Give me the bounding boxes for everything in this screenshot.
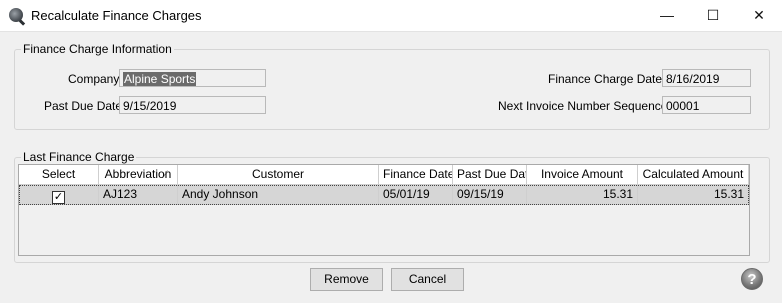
row-calculated-amount: 15.31 (638, 185, 749, 205)
select-checkbox[interactable]: ✓ (52, 191, 65, 204)
app-icon (9, 8, 23, 22)
row-finance-date: 05/01/19 (379, 185, 453, 205)
col-header-abbreviation-label: Abbreviation (104, 167, 172, 181)
maximize-button[interactable]: ☐ (690, 0, 736, 31)
past-due-date-field[interactable]: 9/15/2019 (119, 96, 266, 114)
remove-button[interactable]: Remove (310, 268, 383, 291)
cancel-button[interactable]: Cancel (391, 268, 464, 291)
finance-charge-date-field[interactable]: 8/16/2019 (662, 69, 751, 87)
col-header-invoice-amount[interactable]: Invoice Amount (527, 165, 638, 185)
col-header-customer[interactable]: Customer (178, 165, 379, 185)
finance-charge-info-legend: Finance Charge Information (23, 42, 172, 56)
table-row[interactable]: ✓ AJ123 Andy Johnson 05/01/19 09/15/19 1… (19, 185, 749, 205)
company-label: Company (68, 72, 120, 86)
next-invoice-field[interactable]: 00001 (662, 96, 751, 114)
row-customer: Andy Johnson (178, 185, 379, 205)
col-header-calculated-amount[interactable]: Calculated Amount (638, 165, 749, 185)
grid-header: Select Abbreviation ⁄ Customer Finance D… (19, 165, 749, 185)
finance-charge-date-label: Finance Charge Date (548, 72, 663, 86)
row-select-cell[interactable]: ✓ (19, 185, 99, 205)
col-header-finance-date[interactable]: Finance Date (379, 165, 453, 185)
row-abbreviation: AJ123 (99, 185, 178, 205)
last-finance-charge-legend: Last Finance Charge (23, 150, 135, 164)
minimize-button[interactable]: — (644, 0, 690, 31)
company-value: Alpine Sports (123, 72, 197, 86)
next-invoice-label: Next Invoice Number Sequence (498, 99, 668, 113)
col-header-past-due-date[interactable]: Past Due Dat (453, 165, 527, 185)
col-header-abbreviation[interactable]: Abbreviation ⁄ (99, 165, 178, 185)
col-header-select[interactable]: Select (19, 165, 99, 185)
sort-icon: ⁄ (165, 169, 167, 179)
past-due-date-label: Past Due Date (44, 99, 123, 113)
row-invoice-amount: 15.31 (527, 185, 638, 205)
close-button[interactable]: ✕ (736, 0, 782, 31)
help-icon[interactable]: ? (741, 268, 763, 290)
window-title: Recalculate Finance Charges (31, 8, 202, 23)
finance-charge-grid[interactable]: Select Abbreviation ⁄ Customer Finance D… (18, 164, 750, 256)
row-past-due-date: 09/15/19 (453, 185, 527, 205)
title-bar: Recalculate Finance Charges — ☐ ✕ (0, 0, 782, 32)
company-field[interactable]: Alpine Sports (119, 69, 266, 87)
